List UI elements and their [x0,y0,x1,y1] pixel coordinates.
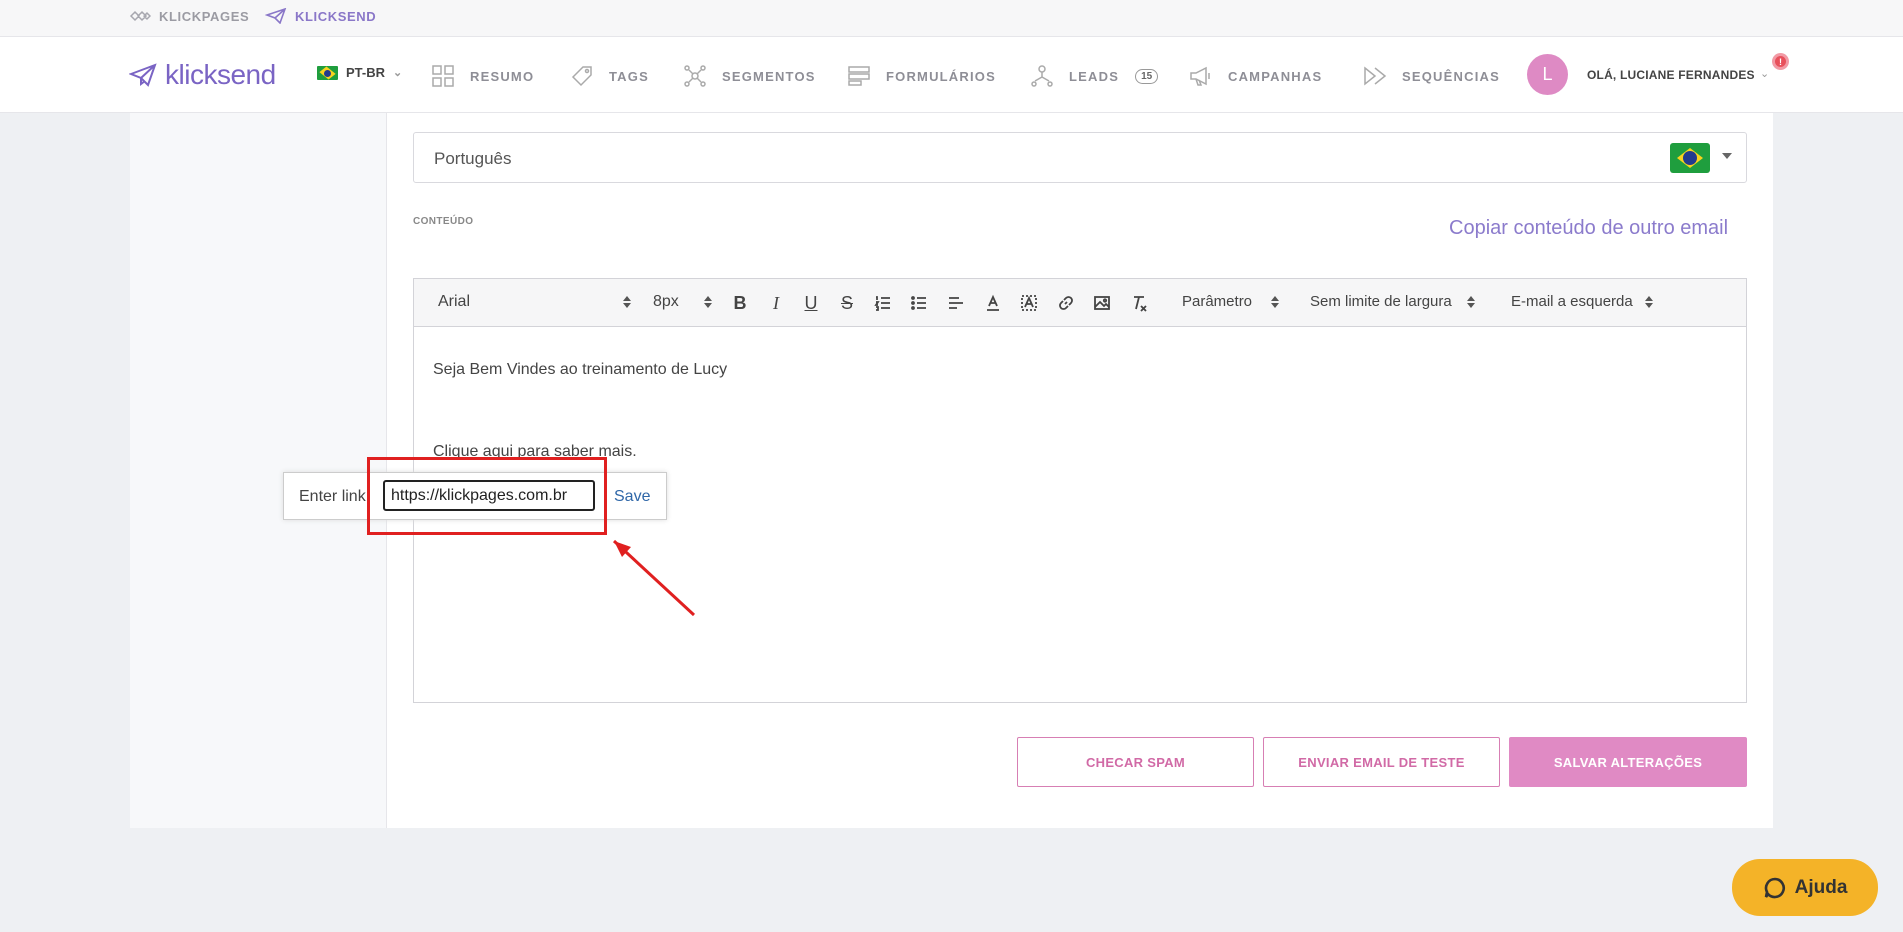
tag-icon [571,66,592,87]
klickpages-icon [129,10,151,22]
klicksend-logo[interactable]: klicksend [129,59,276,91]
caret-down-icon [1722,153,1732,159]
nav-label: FORMULÁRIOS [886,68,996,84]
leads-icon [1031,65,1053,87]
updown-arrows-icon [1645,294,1653,310]
brazil-flag-icon [317,65,338,80]
check-spam-button[interactable]: CHECAR SPAM [1017,737,1254,787]
language-value: Português [434,149,512,168]
save-changes-button[interactable]: SALVAR ALTERAÇÕES [1509,737,1747,787]
notification-badge[interactable]: ! [1772,53,1789,70]
nav-segmentos[interactable]: SEGMENTOS [682,63,816,89]
copy-content-link[interactable]: Copiar conteúdo de outro email [1449,217,1728,240]
link-save-button[interactable]: Save [614,488,650,506]
paper-plane-icon [265,8,287,24]
text-color-icon[interactable] [981,291,1005,315]
chevron-down-icon: ⌄ [393,67,403,79]
klickpages-link[interactable]: KLICKPAGES [129,8,249,24]
avatar[interactable]: L [1527,54,1568,95]
clear-format-icon[interactable] [1127,291,1151,315]
leads-count-badge: 15 [1135,68,1159,84]
brazil-flag-icon [1670,143,1710,173]
nav-formularios[interactable]: FORMULÁRIOS [846,63,996,89]
nav-campanhas[interactable]: CAMPANHAS [1188,63,1322,89]
link-tooltip-label: Enter link: [299,488,371,505]
nav-label: LEADS [1069,68,1120,84]
chevron-down-icon[interactable]: ⌄ [1760,67,1769,80]
parameter-select[interactable]: Parâmetro [1182,293,1252,310]
language-label: PT-BR [346,65,385,80]
grid-icon [432,65,454,87]
language-selector[interactable]: PT-BR ⌄ [317,65,402,80]
ordered-list-icon[interactable] [871,291,895,315]
align-left-icon[interactable] [944,291,968,315]
klicksend-link[interactable]: KLICKSEND [265,8,376,24]
nav-label: SEQUÊNCIAS [1402,68,1500,84]
nav-label: SEGMENTOS [722,68,816,84]
klickpages-label: KLICKPAGES [159,8,250,24]
nav-label: RESUMO [470,68,535,84]
product-switcher-bar: KLICKPAGES KLICKSEND [0,0,1903,37]
nav-tags[interactable]: TAGS [569,63,649,89]
send-test-email-button[interactable]: ENVIAR EMAIL DE TESTE [1263,737,1500,787]
width-select[interactable]: Sem limite de largura [1310,293,1452,310]
form-icon [848,66,870,86]
klicksend-label: KLICKSEND [295,8,377,24]
updown-arrows-icon [1271,294,1279,310]
updown-arrows-icon [704,294,712,310]
segments-icon [684,65,706,87]
logo-text: klicksend [165,59,276,90]
italic-icon[interactable]: I [764,291,788,315]
bold-icon[interactable]: B [728,291,752,315]
editor-toolbar: Arial 8px B I U S Parâmetro Sem limite d… [414,279,1746,327]
nav-leads[interactable]: LEADS 15 [1029,63,1159,89]
content-section-label: CONTEÚDO [413,216,474,227]
nav-sequencias[interactable]: SEQUÊNCIAS [1362,63,1500,89]
alignment-select[interactable]: E-mail a esquerda [1511,293,1633,310]
notification-mark: ! [1779,56,1782,67]
updown-arrows-icon [1467,294,1475,310]
annotation-highlight-box [367,457,607,535]
highlight-color-icon[interactable] [1017,291,1041,315]
updown-arrows-icon [623,294,631,310]
email-language-select[interactable]: Português [413,132,1747,183]
font-select[interactable]: Arial [438,293,470,311]
sequence-icon [1364,66,1387,86]
strikethrough-icon[interactable]: S [835,291,859,315]
side-column [130,113,387,828]
font-size-select[interactable]: 8px [653,293,679,311]
nav-label: TAGS [609,68,649,84]
help-button[interactable]: Ajuda [1732,859,1878,916]
user-greeting[interactable]: OLÁ, LUCIANE FERNANDES [1587,68,1755,82]
paper-plane-icon [129,63,157,87]
chat-bubble-icon [1764,877,1785,898]
main-header: klicksend PT-BR ⌄ RESUMO TAGS SEGMENTOS … [0,37,1903,113]
underline-icon[interactable]: U [799,291,823,315]
nav-resumo[interactable]: RESUMO [430,63,534,89]
editor-line[interactable]: Seja Bem Vindes ao treinamento de Lucy [433,361,727,379]
help-label: Ajuda [1794,876,1848,898]
annotation-arrow-icon [612,539,696,617]
image-icon[interactable] [1090,291,1114,315]
link-icon[interactable] [1054,291,1078,315]
bullet-list-icon[interactable] [907,291,931,315]
megaphone-icon [1190,66,1210,86]
nav-label: CAMPANHAS [1228,68,1323,84]
